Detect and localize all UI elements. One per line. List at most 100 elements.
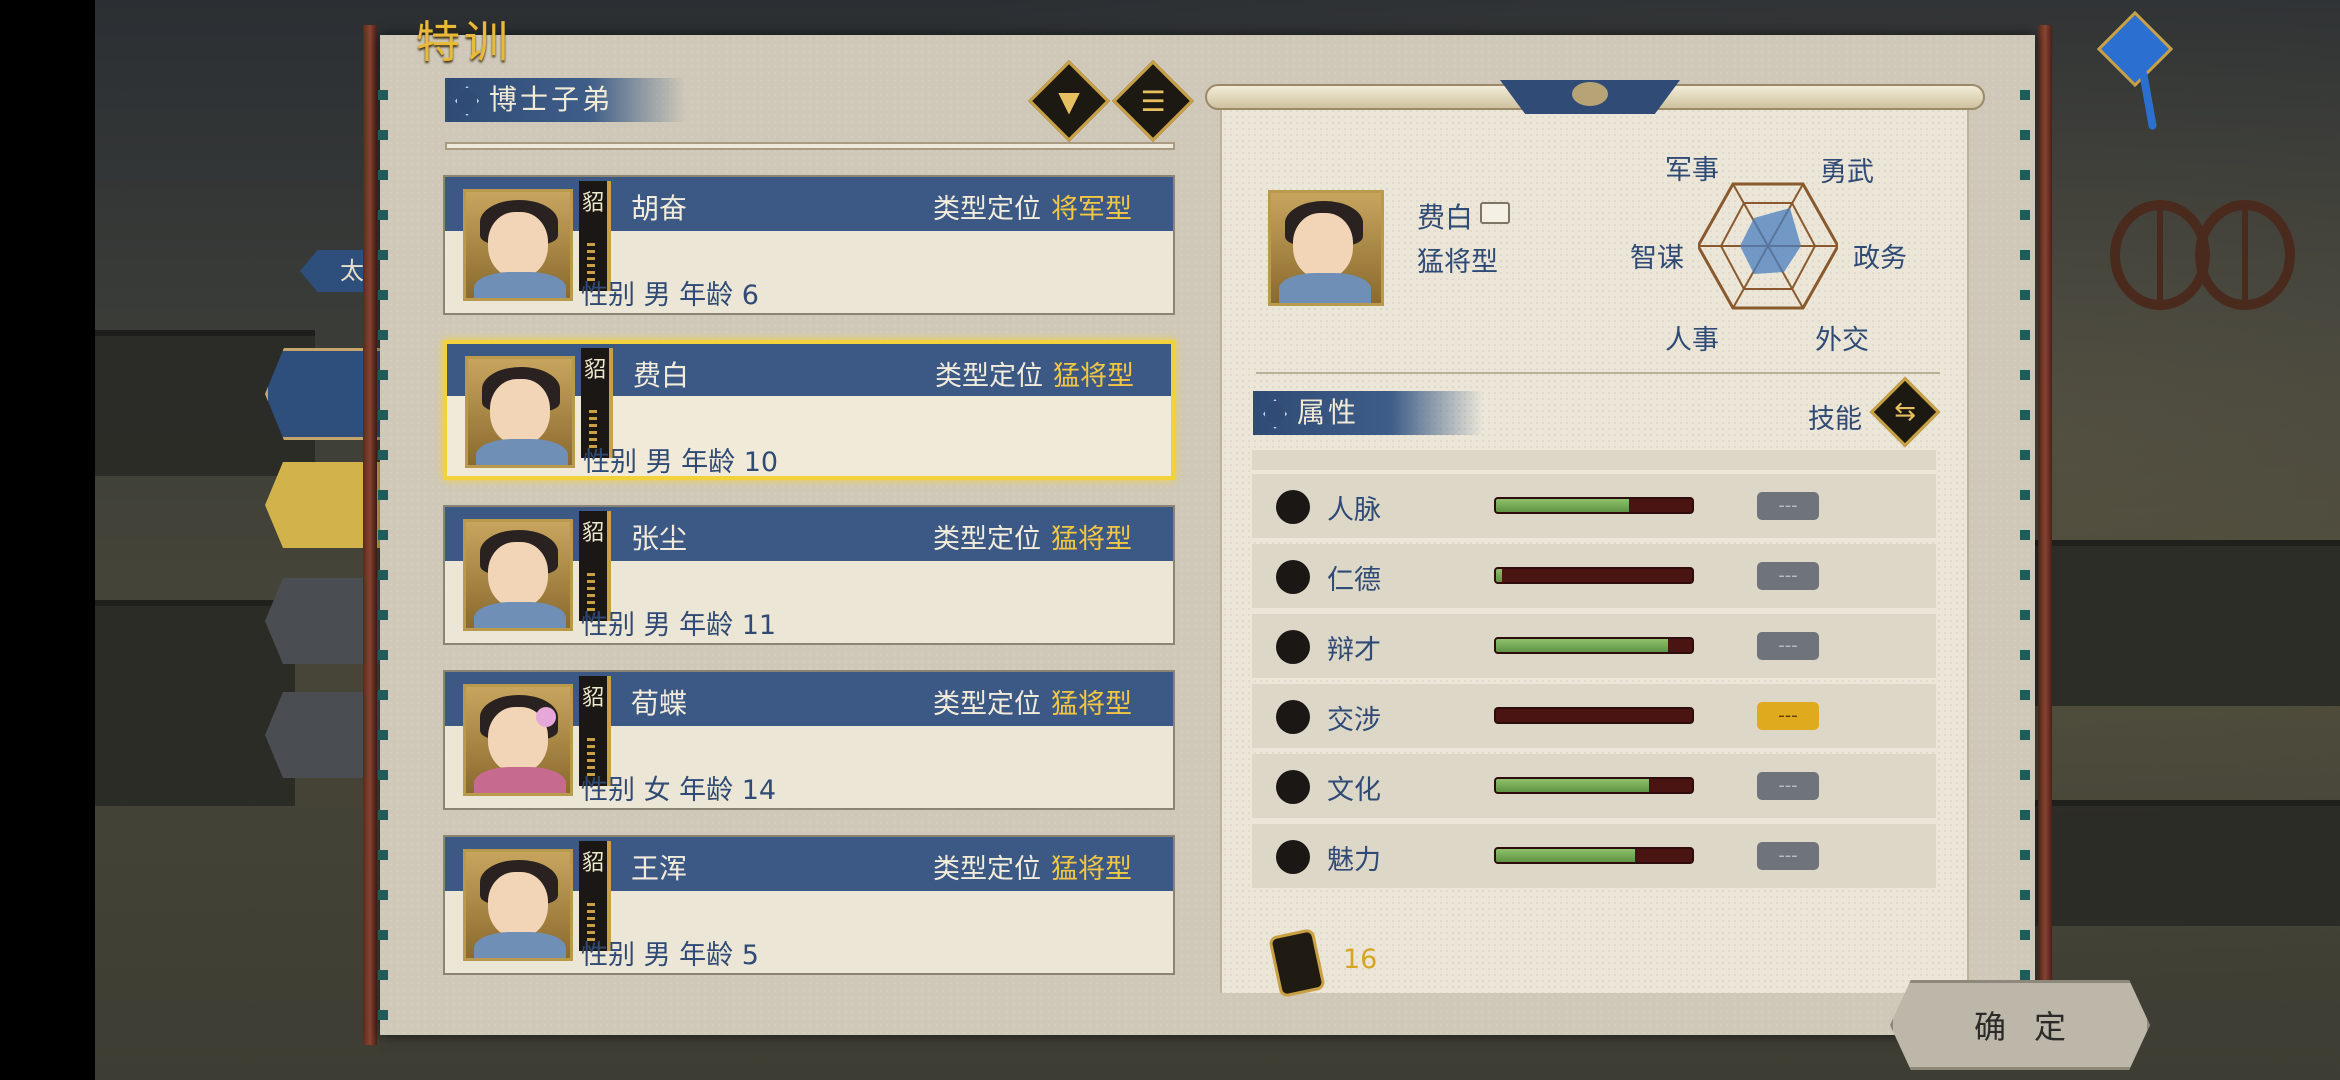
attr-row[interactable]: 仁德 --- — [1252, 544, 1936, 610]
scroll-emblem — [1500, 80, 1680, 114]
student-info: 性别 男 年龄 10 — [583, 447, 779, 478]
student-portrait — [463, 519, 573, 631]
selected-type: 猛将型 — [1417, 247, 1498, 278]
attr-header-label: 属性 — [1297, 396, 1360, 429]
type-label: 类型定位 — [933, 524, 1041, 555]
attr-bar-fill — [1496, 639, 1669, 652]
selected-portrait — [1268, 190, 1384, 306]
attr-row[interactable]: 人脉 --- — [1252, 474, 1936, 540]
left-rod — [363, 25, 377, 1045]
student-info: 性别 男 年龄 6 — [581, 280, 759, 311]
filter-icon: ▼ — [1058, 84, 1080, 118]
attr-bar — [1494, 567, 1694, 584]
attr-value-pill: --- — [1757, 632, 1819, 660]
type-label: 类型定位 — [933, 689, 1041, 720]
attr-value-pill: --- — [1757, 492, 1819, 520]
list-header-label: 博士子弟 — [489, 83, 614, 116]
attr-value-pill: --- — [1757, 702, 1819, 730]
radar-label-personnel: 人事 — [1665, 325, 1719, 356]
student-info: 性别 男 年龄 11 — [581, 610, 777, 641]
student-card[interactable]: 貂荀蝶 类型定位 猛将型 性别 女 年龄 14 — [443, 670, 1175, 810]
type-label: 类型定位 — [933, 194, 1041, 225]
attr-row[interactable]: 交涉 --- — [1252, 684, 1936, 750]
attr-bar — [1494, 497, 1694, 514]
type-label: 类型定位 — [935, 361, 1043, 392]
attr-name: 文化 — [1327, 775, 1381, 806]
attribute-list[interactable]: 人脉 --- 仁德 --- 辩才 --- 交涉 --- 文化 --- 魅力 --- — [1252, 450, 1936, 890]
attr-bar-fill — [1496, 779, 1649, 792]
selected-name: 费白 — [1417, 201, 1474, 234]
attr-header: 属性 — [1253, 391, 1483, 435]
student-name: 荀蝶 — [631, 687, 688, 720]
attr-dot-icon — [1276, 630, 1310, 664]
type-value: 猛将型 — [1051, 689, 1132, 720]
diamond-icon — [455, 86, 479, 116]
skill-label: 技能 — [1808, 404, 1862, 435]
attr-dot-icon — [1276, 560, 1310, 594]
student-name: 王浑 — [631, 852, 688, 885]
type-value: 将军型 — [1051, 194, 1132, 225]
list-divider — [445, 142, 1175, 150]
radar-chart — [1698, 182, 1838, 310]
confirm-label: 确定 — [1973, 1008, 2094, 1046]
attr-row[interactable]: 魅力 --- — [1252, 824, 1936, 890]
attr-name: 辩才 — [1327, 635, 1381, 666]
right-chain — [2020, 60, 2030, 1020]
attr-bar-fill — [1496, 499, 1630, 512]
attr-bar — [1494, 637, 1694, 654]
page-title: 特训 — [416, 17, 512, 68]
attr-name: 仁德 — [1327, 565, 1381, 596]
list-icon: ☰ — [1140, 84, 1166, 118]
attr-row[interactable]: 辩才 --- — [1252, 614, 1936, 680]
attr-bar — [1494, 777, 1694, 794]
type-value: 猛将型 — [1053, 361, 1134, 392]
attr-row-partial — [1252, 450, 1936, 472]
attr-value-pill: --- — [1757, 842, 1819, 870]
attr-name: 魅力 — [1327, 845, 1381, 876]
student-card[interactable]: 貂张尘 类型定位 猛将型 性别 男 年龄 11 — [443, 505, 1175, 645]
student-name: 胡奋 — [631, 192, 688, 225]
student-card[interactable]: 貂王浑 类型定位 猛将型 性别 男 年龄 5 — [443, 835, 1175, 975]
confirm-button[interactable]: 确定 — [1890, 980, 2150, 1070]
student-portrait — [463, 849, 573, 961]
token-count: 16 — [1343, 944, 1378, 975]
radar-fill — [1740, 208, 1801, 274]
attr-dot-icon — [1276, 490, 1310, 524]
student-name: 费白 — [633, 359, 690, 392]
type-value: 猛将型 — [1051, 854, 1132, 885]
student-portrait — [463, 189, 573, 301]
student-card[interactable]: 貂费白 类型定位 猛将型 性别 男 年龄 10 — [443, 340, 1175, 480]
detail-separator — [1256, 372, 1940, 374]
radar-label-military: 军事 — [1665, 155, 1719, 186]
attr-bar-fill — [1496, 849, 1636, 862]
student-card[interactable]: 貂胡奋 类型定位 将军型 性别 男 年龄 6 — [443, 175, 1175, 315]
attr-dot-icon — [1276, 770, 1310, 804]
list-header: 博士子弟 — [445, 78, 685, 122]
radar-label-valor: 勇武 — [1820, 157, 1874, 188]
attr-name: 人脉 — [1327, 495, 1381, 526]
student-name: 张尘 — [631, 522, 688, 555]
attr-value-pill: --- — [1757, 562, 1819, 590]
attr-dot-icon — [1276, 700, 1310, 734]
type-label: 类型定位 — [933, 854, 1041, 885]
rename-scroll-icon[interactable] — [1480, 202, 1510, 224]
type-value: 猛将型 — [1051, 524, 1132, 555]
attr-row[interactable]: 文化 --- — [1252, 754, 1936, 820]
diamond-icon — [1263, 399, 1287, 429]
attr-dot-icon — [1276, 840, 1310, 874]
left-chain — [378, 60, 388, 1020]
attr-bar — [1494, 707, 1694, 724]
attr-value-pill: --- — [1757, 772, 1819, 800]
attr-name: 交涉 — [1327, 705, 1381, 736]
student-info: 性别 女 年龄 14 — [581, 775, 777, 806]
student-portrait — [465, 356, 575, 468]
attr-bar — [1494, 847, 1694, 864]
student-info: 性别 男 年龄 5 — [581, 940, 759, 971]
swap-icon: ⇆ — [1894, 397, 1916, 427]
right-rod — [2038, 25, 2052, 1045]
radar-label-strategy: 智谋 — [1630, 243, 1684, 274]
attr-bar-fill — [1496, 569, 1502, 582]
radar-label-politics: 政务 — [1853, 243, 1907, 274]
student-portrait — [463, 684, 573, 796]
radar-label-diplomacy: 外交 — [1815, 325, 1869, 356]
